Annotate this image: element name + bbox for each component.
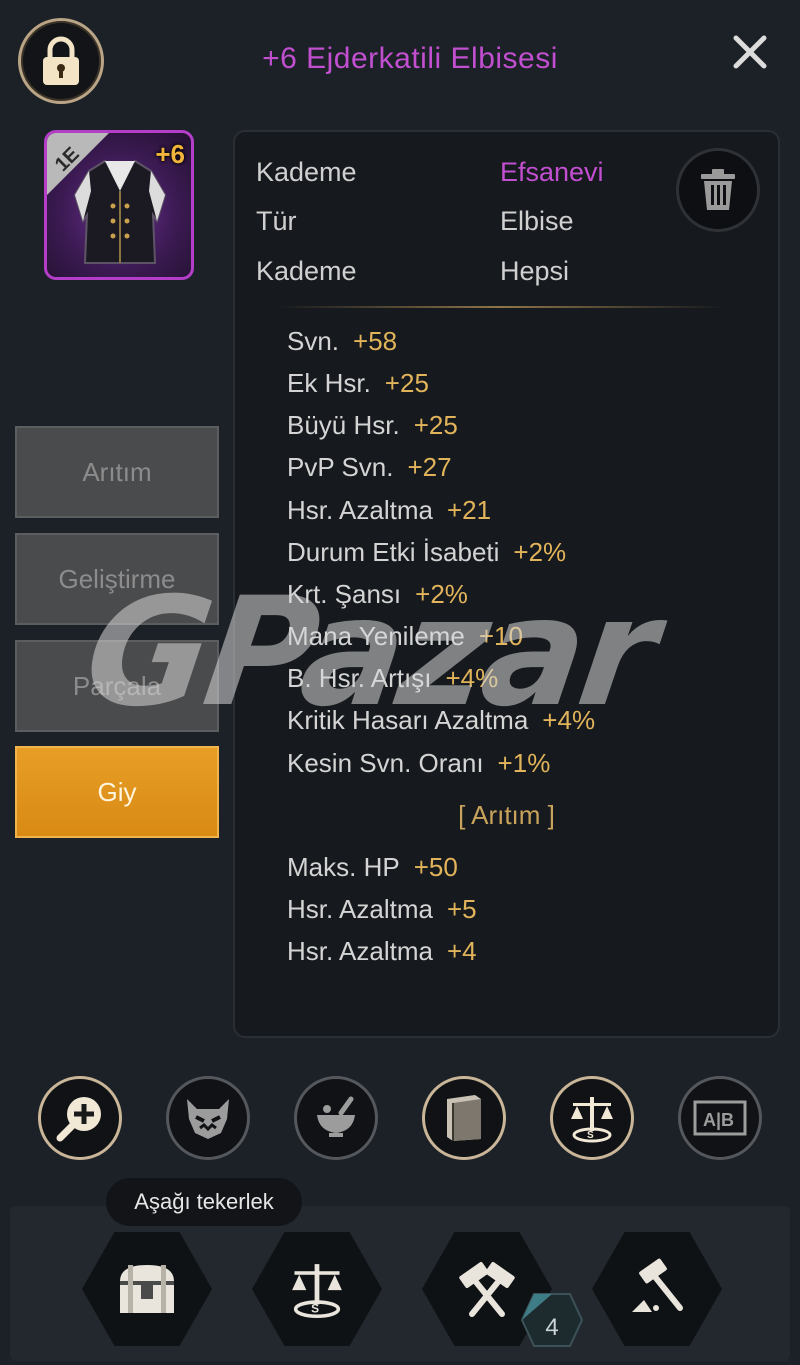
stat-row: Durum Etki İsabeti +2% xyxy=(287,537,567,567)
close-button[interactable] xyxy=(726,28,774,76)
stat-row: Ek Hsr. +25 xyxy=(287,368,429,398)
item-title: +6 Ejderkatili Elbisesi xyxy=(262,42,558,75)
item-icon[interactable]: 1E +6 xyxy=(44,130,194,280)
mortar-bowl-icon xyxy=(317,1096,355,1137)
scales-icon: S xyxy=(571,1097,613,1143)
stat-row: Büyü Hsr. +25 xyxy=(287,410,458,440)
alchemy-button[interactable] xyxy=(294,1076,378,1160)
type-label: Tür xyxy=(256,206,297,236)
book-icon xyxy=(447,1095,481,1141)
enhance-level: +6 xyxy=(155,139,185,169)
refine-stat-row: Hsr. Azaltma +4 xyxy=(287,936,477,966)
trash-icon xyxy=(701,169,735,210)
tooltip: Aşağı tekerlek xyxy=(106,1178,302,1226)
equip-button[interactable]: Giy xyxy=(15,746,219,838)
demon-button[interactable] xyxy=(166,1076,250,1160)
refine-section-title: [ Arıtım ] xyxy=(458,800,555,830)
inspect-button[interactable] xyxy=(38,1076,122,1160)
compare-ab-icon: A|B xyxy=(693,1100,747,1136)
tier-value: Hepsi xyxy=(500,256,570,286)
delete-button[interactable] xyxy=(676,148,760,232)
magnify-plus-icon xyxy=(56,1097,101,1142)
demon-mask-icon xyxy=(187,1099,229,1139)
refine-button[interactable]: Arıtım xyxy=(15,426,219,518)
hammers-icon xyxy=(459,1262,515,1317)
svg-text:S: S xyxy=(587,1130,594,1141)
stat-row: Kesin Svn. Oranı +1% xyxy=(287,748,551,778)
refine-stat-row: Maks. HP +50 xyxy=(287,852,458,882)
stat-row: PvP Svn. +27 xyxy=(287,452,452,482)
type-value: Elbise xyxy=(500,206,574,236)
stat-row: Hsr. Azaltma +21 xyxy=(287,495,492,525)
stat-row: Svn. +58 xyxy=(287,326,398,356)
hammer-smash-icon xyxy=(632,1258,683,1312)
refine-stat-row: Hsr. Azaltma +5 xyxy=(287,894,477,924)
lock-icon xyxy=(43,36,79,85)
appraise-button[interactable]: S xyxy=(550,1076,634,1160)
section-divider xyxy=(276,306,726,308)
svg-text:S: S xyxy=(311,1302,319,1316)
lock-button[interactable] xyxy=(18,18,104,104)
close-icon xyxy=(733,35,767,69)
grade-value: Efsanevi xyxy=(500,157,604,187)
watermark: GPazar xyxy=(75,566,664,740)
badge-count: 4 xyxy=(545,1314,559,1341)
compare-button[interactable]: A|B xyxy=(678,1076,762,1160)
grade-label: Kademe xyxy=(256,157,357,187)
chest-icon xyxy=(120,1265,174,1313)
svg-text:A|B: A|B xyxy=(703,1110,734,1130)
tier-label: Kademe xyxy=(256,256,357,286)
codex-button[interactable] xyxy=(422,1076,506,1160)
scales-icon: S xyxy=(292,1264,342,1319)
